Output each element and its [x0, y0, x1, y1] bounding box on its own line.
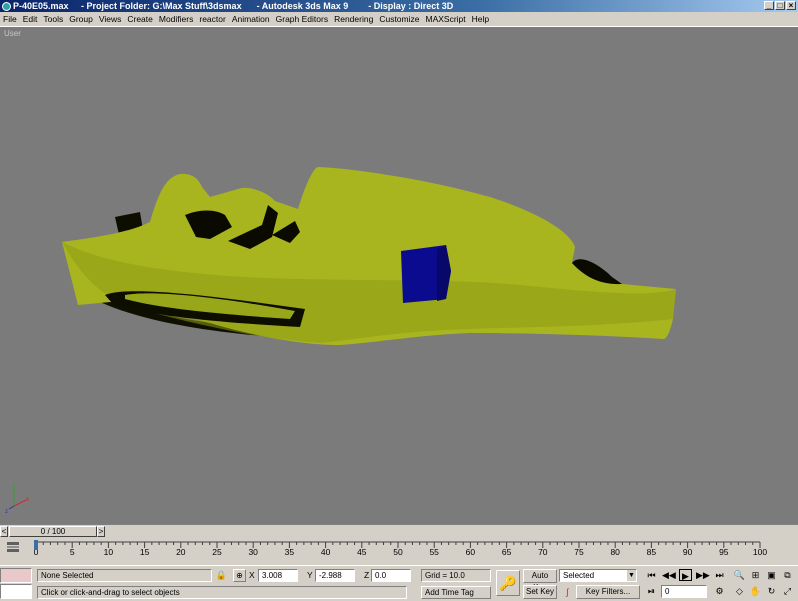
next-frame-icon[interactable]: ▶▶	[696, 569, 710, 581]
field-of-view-icon[interactable]: ◇	[733, 585, 746, 597]
track-tick-label: 10	[104, 547, 114, 557]
y-coordinate-field[interactable]: -2.988	[315, 569, 355, 582]
menu-graph-editors[interactable]: Graph Editors	[273, 14, 331, 24]
track-ruler[interactable]: 0 5 10 15 20 25 30 35 40 45 50 55 60 65 70 75 80 85 90 95 10…	[0, 538, 798, 558]
window-title: P-40E05.max - Project Folder: G:\Max Stu…	[13, 1, 454, 11]
zoom-extents-all-icon[interactable]: ⧉	[781, 569, 794, 581]
minimize-button[interactable]: _	[764, 1, 774, 10]
app-icon[interactable]	[2, 1, 11, 11]
menu-bar: File Edit Tools Group Views Create Modif…	[0, 12, 798, 27]
menu-maxscript[interactable]: MAXScript	[422, 14, 468, 24]
menu-tools[interactable]: Tools	[40, 14, 66, 24]
track-tick-label: 75	[574, 547, 584, 557]
selection-status: None Selected	[37, 569, 212, 582]
x-coordinate-field[interactable]: 3.008	[258, 569, 298, 582]
menu-modifiers[interactable]: Modifiers	[156, 14, 196, 24]
menu-group[interactable]: Group	[66, 14, 96, 24]
menu-customize[interactable]: Customize	[376, 14, 422, 24]
time-slider-prev-button[interactable]: <	[0, 526, 8, 537]
zoom-extents-icon[interactable]: ▣	[765, 569, 778, 581]
set-key-button[interactable]: Set Key	[523, 585, 557, 599]
zoom-all-icon[interactable]: ⊞	[749, 569, 762, 581]
default-tangent-icon[interactable]: ∫	[561, 586, 574, 598]
svg-text:z: z	[5, 509, 8, 515]
track-tick-label: 45	[357, 547, 367, 557]
track-tick-label: 30	[248, 547, 258, 557]
z-coordinate-field[interactable]: 0.0	[371, 569, 411, 582]
fuselage-model[interactable]	[0, 27, 798, 524]
track-tick-label: 60	[466, 547, 476, 557]
key-mode-dropdown[interactable]: Selected	[559, 569, 637, 582]
color-swatch[interactable]	[0, 568, 32, 583]
key-filters-button[interactable]: Key Filters...	[576, 585, 640, 599]
grid-spacing: Grid = 10.0	[421, 569, 491, 582]
z-label: Z	[364, 570, 370, 580]
track-bar[interactable]: 0 5 10 15 20 25 30 35 40 45 50 55 60 65 70 75 80 85 90 95 10…	[0, 538, 798, 558]
time-slider-next-button[interactable]: >	[97, 526, 105, 537]
current-frame-marker[interactable]	[34, 540, 38, 550]
go-to-end-icon[interactable]: ⏭	[713, 569, 726, 581]
lock-icon[interactable]: 🔒	[215, 569, 228, 581]
zoom-icon[interactable]: 🔍	[733, 569, 746, 581]
chevron-down-icon[interactable]: ▼	[627, 570, 636, 581]
current-frame-field[interactable]: 0	[661, 585, 707, 598]
play-icon[interactable]: ▶	[679, 569, 692, 581]
track-tick-label: 95	[719, 547, 729, 557]
maximize-viewport-icon[interactable]: ⤢	[781, 585, 794, 597]
prompt-line: Click or click-and-drag to select object…	[37, 586, 407, 599]
maximize-button[interactable]: □	[775, 1, 785, 10]
track-tick-label: 90	[683, 547, 693, 557]
status-bar: None Selected Click or click-and-drag to…	[0, 565, 798, 601]
user-viewport[interactable]: User y x z	[0, 27, 798, 524]
track-tick-label: 100	[753, 547, 767, 557]
add-time-tag-button[interactable]: Add Time Tag	[421, 586, 491, 599]
go-to-start-icon[interactable]: ⏮	[645, 569, 658, 581]
maxscript-listener-field[interactable]	[0, 584, 32, 599]
close-button[interactable]: ×	[786, 1, 796, 10]
pan-icon[interactable]: ✋	[749, 585, 762, 597]
menu-help[interactable]: Help	[469, 14, 492, 24]
axis-tripod-icon: y x z	[5, 483, 29, 515]
x-label: X	[249, 570, 255, 580]
menu-create[interactable]: Create	[124, 14, 156, 24]
track-tick-label: 65	[502, 547, 512, 557]
absolute-mode-transform-icon[interactable]: ⊕	[233, 569, 246, 582]
menu-file[interactable]: File	[0, 14, 20, 24]
track-tick-label: 5	[70, 547, 75, 557]
track-tick-label: 55	[429, 547, 439, 557]
menu-reactor[interactable]: reactor	[196, 14, 228, 24]
title-bar: P-40E05.max - Project Folder: G:\Max Stu…	[0, 0, 798, 12]
previous-frame-icon[interactable]: ◀◀	[662, 569, 676, 581]
track-tick-label: 25	[212, 547, 222, 557]
menu-views[interactable]: Views	[96, 14, 125, 24]
track-tick-label: 35	[285, 547, 295, 557]
key-mode-toggle-icon[interactable]: ⏯	[645, 585, 658, 597]
track-tick-label: 20	[176, 547, 186, 557]
track-tick-label: 70	[538, 547, 548, 557]
y-label: Y	[307, 570, 313, 580]
track-tick-label: 85	[647, 547, 657, 557]
time-configuration-icon[interactable]: ⚙	[713, 585, 726, 597]
time-slider[interactable]: < 0 / 100 >	[0, 524, 798, 539]
track-tick-label: 40	[321, 547, 331, 557]
menu-rendering[interactable]: Rendering	[331, 14, 376, 24]
arc-rotate-icon[interactable]: ↻	[765, 585, 778, 597]
set-key-icon[interactable]: 🔑	[496, 570, 520, 596]
svg-text:y: y	[12, 483, 15, 489]
auto-key-button[interactable]: Auto Key	[523, 569, 557, 592]
track-tick-label: 50	[393, 547, 403, 557]
menu-animation[interactable]: Animation	[229, 14, 273, 24]
track-tick-label: 15	[140, 547, 150, 557]
time-slider-thumb[interactable]: 0 / 100	[9, 526, 97, 537]
menu-edit[interactable]: Edit	[20, 14, 41, 24]
track-tick-label: 80	[610, 547, 620, 557]
svg-text:x: x	[26, 497, 29, 503]
